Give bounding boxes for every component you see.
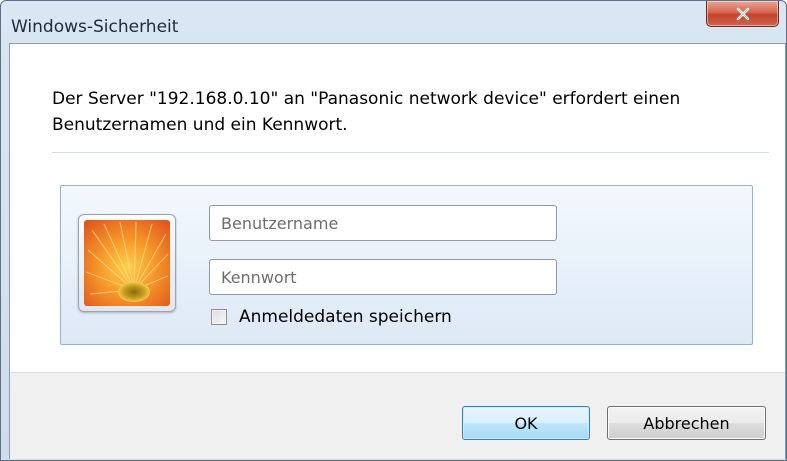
dialog-content: Der Server "192.168.0.10" an "Panasonic … [9,43,786,459]
window-title: Windows-Sicherheit [11,17,179,37]
credential-panel: Anmeldedaten speichern [60,185,753,345]
username-input[interactable] [209,205,557,241]
password-input[interactable] [209,259,557,295]
remember-label: Anmeldedaten speichern [239,307,452,327]
dialog-message: Der Server "192.168.0.10" an "Panasonic … [52,89,681,135]
close-button[interactable] [706,1,779,27]
cancel-button[interactable]: Abbrechen [607,406,766,440]
security-dialog-window: Windows-Sicherheit Der Server "192.168.0… [0,0,787,461]
remember-checkbox[interactable] [211,309,227,325]
separator [52,152,769,153]
ok-button[interactable]: OK [462,406,590,440]
flower-user-tile-icon [84,220,170,306]
title-bar[interactable]: Windows-Sicherheit [1,1,786,43]
remember-credentials-option[interactable]: Anmeldedaten speichern [209,306,452,328]
user-tile [78,214,176,312]
close-icon [736,7,749,20]
dialog-footer: OK Abbrechen [10,372,785,459]
